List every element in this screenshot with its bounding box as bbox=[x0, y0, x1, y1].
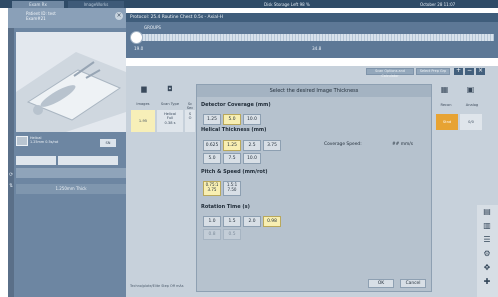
image-thickness-label: 1.250mm Thick bbox=[16, 184, 126, 194]
timeline-mid-value: 34.8 bbox=[312, 46, 322, 51]
patient-info: Patient ID: test Exam#21 bbox=[26, 11, 56, 21]
helical-thickness-label: Helical Thickness (mm) bbox=[201, 127, 267, 133]
tool-strip: ▤ ▥ ☰ ⚙ ✥ ✚ bbox=[477, 205, 498, 297]
recon-type-cell[interactable]: Stnd bbox=[436, 114, 458, 130]
minus-icon[interactable]: − bbox=[465, 68, 474, 75]
settings-icon[interactable]: ⚙ bbox=[480, 249, 494, 259]
left-field-1[interactable] bbox=[16, 156, 56, 165]
scan-item-label: Helical 1.25mm 0.5s/rot bbox=[30, 136, 58, 144]
timeline-label: GROUPS bbox=[144, 25, 161, 30]
images-cell[interactable]: 1-95 bbox=[131, 110, 155, 132]
helical-option-2[interactable]: 1.25 bbox=[223, 140, 241, 151]
scan-timeline: GROUPS 19.0 34.8 bbox=[126, 22, 498, 58]
cancel-button[interactable]: Cancel bbox=[400, 279, 426, 288]
analog-icon: ▣ bbox=[466, 85, 475, 94]
ok-button[interactable]: OK bbox=[368, 279, 394, 288]
plus-icon[interactable]: + bbox=[454, 68, 463, 75]
tab-exam-rx[interactable]: Exam Rx bbox=[12, 1, 64, 8]
recon-header: Recon bbox=[440, 103, 452, 107]
disk-storage-status: Disk Storage Left 98 % bbox=[264, 2, 310, 7]
rotation-option-4[interactable]: 0.98 bbox=[263, 216, 281, 227]
top-tab-bar: Exam Rx ImageWorks Disk Storage Left 98 … bbox=[0, 0, 498, 8]
pitch-speed-label: Pitch & Speed (mm/rot) bbox=[201, 169, 268, 175]
patient-table-graphic bbox=[16, 52, 126, 132]
tab-imageworks[interactable]: ImageWorks bbox=[68, 1, 124, 8]
select-prep-button[interactable]: Select Prep Grp bbox=[416, 68, 450, 75]
folder-icon: ▆ bbox=[141, 85, 147, 93]
rotation-option-2[interactable]: 1.5 bbox=[223, 216, 241, 227]
close-panel-icon[interactable]: × bbox=[476, 68, 485, 75]
scan-options-button[interactable]: Scan Options and Calculator bbox=[366, 68, 414, 78]
add-icon[interactable]: ✚ bbox=[480, 277, 494, 287]
analog-header: Analog bbox=[465, 103, 479, 107]
detector-coverage-label: Detector Coverage (mm) bbox=[201, 102, 271, 108]
move-icon[interactable]: ✥ bbox=[480, 263, 494, 273]
footer-hint: Techno/plate/Elite Step Off mAs bbox=[130, 284, 184, 288]
left-band-1 bbox=[16, 168, 126, 178]
timeline-start-value: 19.0 bbox=[134, 46, 144, 51]
rotation-option-5: 0.8 bbox=[203, 229, 221, 240]
left-field-2[interactable] bbox=[58, 156, 118, 165]
timeline-track[interactable] bbox=[140, 34, 494, 41]
patient-position-graphic bbox=[16, 32, 126, 132]
rotation-option-1[interactable]: 1.0 bbox=[203, 216, 221, 227]
rotation-option-3[interactable]: 2.0 bbox=[243, 216, 261, 227]
scroll-icon[interactable]: ⇅ bbox=[9, 183, 13, 189]
patient-header: Patient ID: test Exam#21 × bbox=[8, 8, 126, 28]
col-header-sc-sec: Sc Sec bbox=[186, 102, 194, 110]
scan-type-cell[interactable]: Helical Full 0.38 s bbox=[157, 110, 183, 132]
helical-option-6[interactable]: 7.5 bbox=[223, 153, 241, 164]
pitch-option-1[interactable]: 0.75:1 3.75 bbox=[203, 181, 221, 196]
detector-option-2[interactable]: 5.0 bbox=[223, 114, 241, 125]
refresh-icon[interactable]: ⟳ bbox=[9, 172, 13, 178]
pitch-option-2-speed: 7.50 bbox=[227, 186, 237, 192]
image-thickness-dialog: Select the desired Image Thickness Detec… bbox=[196, 84, 432, 292]
timeline-handle[interactable] bbox=[130, 31, 143, 44]
recon-icon: ▦ bbox=[440, 85, 449, 94]
exam-number: Exam#21 bbox=[26, 16, 46, 21]
pitch-option-1-speed: 3.75 bbox=[207, 186, 217, 192]
col-header-scan-type: Scan Type bbox=[160, 102, 180, 106]
camera-icon: ◘ bbox=[167, 85, 173, 93]
detector-option-1[interactable]: 1.25 bbox=[203, 114, 221, 125]
date-time: October 28 11:07 bbox=[420, 2, 456, 7]
helical-option-7[interactable]: 10.0 bbox=[243, 153, 261, 164]
grid-icon[interactable]: ▤ bbox=[480, 207, 494, 217]
close-icon[interactable]: × bbox=[115, 12, 123, 20]
protocol-title: Protocol: 25.4 Routine Chest 0.5s - Axia… bbox=[126, 13, 498, 22]
dialog-title: Select the desired Image Thickness bbox=[197, 85, 431, 97]
scan-item-button[interactable]: SN bbox=[100, 139, 116, 147]
table-icon[interactable]: ▥ bbox=[480, 221, 494, 231]
left-panel: Patient ID: test Exam#21 × Helical 1.25m… bbox=[8, 8, 126, 297]
helical-option-3[interactable]: 2.5 bbox=[243, 140, 261, 151]
rotation-time-label: Rotation Time (s) bbox=[201, 204, 250, 210]
sc-sec-cell[interactable]: S O bbox=[185, 110, 195, 132]
rotation-option-6: 0.5 bbox=[223, 229, 241, 240]
helical-option-4[interactable]: 3.75 bbox=[263, 140, 281, 151]
analog-cell[interactable]: 0/0 bbox=[460, 114, 482, 130]
coverage-speed-label: Coverage Speed: bbox=[324, 142, 362, 147]
left-edge-strip bbox=[8, 8, 14, 297]
detector-option-3[interactable]: 10.0 bbox=[243, 114, 261, 125]
col-header-images: Images bbox=[136, 102, 150, 106]
scan-item-params: 1.25mm 0.5s/rot bbox=[30, 140, 59, 144]
list-icon[interactable]: ☰ bbox=[480, 235, 494, 245]
helical-option-1[interactable]: 0.625 bbox=[203, 140, 221, 151]
pitch-option-2[interactable]: 1.5:1 7.50 bbox=[223, 181, 241, 196]
scan-thumbnail[interactable] bbox=[16, 136, 28, 146]
helical-option-5[interactable]: 5.0 bbox=[203, 153, 221, 164]
coverage-speed-value: ## mm/s bbox=[392, 142, 414, 147]
